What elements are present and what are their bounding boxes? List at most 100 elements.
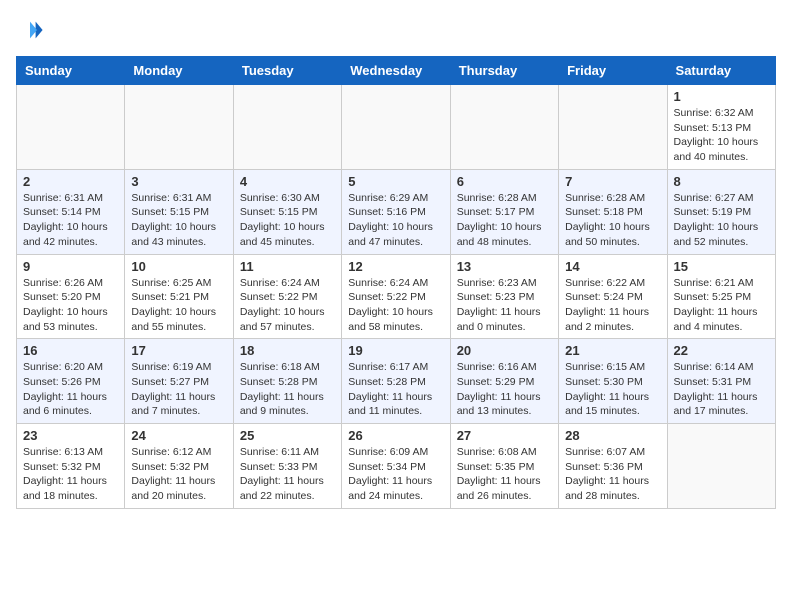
calendar-cell: 13 Sunrise: 6:23 AM Sunset: 5:23 PM Dayli… [450,254,558,339]
day-info: Sunrise: 6:32 AM Sunset: 5:13 PM Dayligh… [674,106,769,165]
day-number: 2 [23,174,118,189]
calendar-cell: 28 Sunrise: 6:07 AM Sunset: 5:36 PM Dayli… [559,424,667,509]
logo-icon [16,16,44,44]
day-number: 4 [240,174,335,189]
day-number: 1 [674,89,769,104]
calendar-week-row: 23 Sunrise: 6:13 AM Sunset: 5:32 PM Dayli… [17,424,776,509]
day-info: Sunrise: 6:24 AM Sunset: 5:22 PM Dayligh… [348,276,443,335]
day-number: 21 [565,343,660,358]
day-info: Sunrise: 6:12 AM Sunset: 5:32 PM Dayligh… [131,445,226,504]
calendar-cell: 5 Sunrise: 6:29 AM Sunset: 5:16 PM Daylig… [342,169,450,254]
calendar-cell [450,85,558,170]
calendar-cell: 23 Sunrise: 6:13 AM Sunset: 5:32 PM Dayli… [17,424,125,509]
day-number: 11 [240,259,335,274]
calendar-cell: 8Sunrise: 6:27 AM Sunset: 5:19 PM Daylig… [667,169,775,254]
calendar-cell: 1 Sunrise: 6:32 AM Sunset: 5:13 PM Daylig… [667,85,775,170]
calendar-week-row: 1 Sunrise: 6:32 AM Sunset: 5:13 PM Daylig… [17,85,776,170]
day-number: 10 [131,259,226,274]
calendar-cell: 26 Sunrise: 6:09 AM Sunset: 5:34 PM Dayli… [342,424,450,509]
day-info: Sunrise: 6:31 AM Sunset: 5:15 PM Dayligh… [131,191,226,250]
page-header [16,16,776,44]
calendar-cell [233,85,341,170]
day-number: 15 [674,259,769,274]
calendar-cell [125,85,233,170]
day-info: Sunrise: 6:20 AM Sunset: 5:26 PM Dayligh… [23,360,118,419]
calendar-cell: 10 Sunrise: 6:25 AM Sunset: 5:21 PM Dayli… [125,254,233,339]
day-info: Sunrise: 6:15 AM Sunset: 5:30 PM Dayligh… [565,360,660,419]
day-of-week-header: Monday [125,57,233,85]
calendar-cell: 11 Sunrise: 6:24 AM Sunset: 5:22 PM Dayli… [233,254,341,339]
day-number: 6 [457,174,552,189]
calendar-cell: 18Sunrise: 6:18 AM Sunset: 5:28 PM Dayli… [233,339,341,424]
calendar-cell: 17 Sunrise: 6:19 AM Sunset: 5:27 PM Dayli… [125,339,233,424]
day-info: Sunrise: 6:16 AM Sunset: 5:29 PM Dayligh… [457,360,552,419]
day-info: Sunrise: 6:24 AM Sunset: 5:22 PM Dayligh… [240,276,335,335]
calendar-cell: 20 Sunrise: 6:16 AM Sunset: 5:29 PM Dayli… [450,339,558,424]
calendar-week-row: 2 Sunrise: 6:31 AM Sunset: 5:14 PM Daylig… [17,169,776,254]
day-number: 26 [348,428,443,443]
calendar-week-row: 16Sunrise: 6:20 AM Sunset: 5:26 PM Dayli… [17,339,776,424]
day-info: Sunrise: 6:23 AM Sunset: 5:23 PM Dayligh… [457,276,552,335]
day-number: 20 [457,343,552,358]
header-row: SundayMondayTuesdayWednesdayThursdayFrid… [17,57,776,85]
day-info: Sunrise: 6:29 AM Sunset: 5:16 PM Dayligh… [348,191,443,250]
calendar-cell [342,85,450,170]
calendar-week-row: 9 Sunrise: 6:26 AM Sunset: 5:20 PM Daylig… [17,254,776,339]
day-number: 25 [240,428,335,443]
day-info: Sunrise: 6:25 AM Sunset: 5:21 PM Dayligh… [131,276,226,335]
calendar-cell: 22 Sunrise: 6:14 AM Sunset: 5:31 PM Dayli… [667,339,775,424]
day-info: Sunrise: 6:19 AM Sunset: 5:27 PM Dayligh… [131,360,226,419]
day-number: 28 [565,428,660,443]
day-of-week-header: Saturday [667,57,775,85]
calendar-cell: 9 Sunrise: 6:26 AM Sunset: 5:20 PM Daylig… [17,254,125,339]
day-number: 12 [348,259,443,274]
calendar-cell: 25Sunrise: 6:11 AM Sunset: 5:33 PM Dayli… [233,424,341,509]
day-info: Sunrise: 6:28 AM Sunset: 5:17 PM Dayligh… [457,191,552,250]
day-info: Sunrise: 6:09 AM Sunset: 5:34 PM Dayligh… [348,445,443,504]
day-number: 24 [131,428,226,443]
calendar-cell: 2 Sunrise: 6:31 AM Sunset: 5:14 PM Daylig… [17,169,125,254]
day-info: Sunrise: 6:30 AM Sunset: 5:15 PM Dayligh… [240,191,335,250]
day-of-week-header: Friday [559,57,667,85]
day-info: Sunrise: 6:17 AM Sunset: 5:28 PM Dayligh… [348,360,443,419]
day-number: 27 [457,428,552,443]
day-number: 19 [348,343,443,358]
calendar-cell: 21 Sunrise: 6:15 AM Sunset: 5:30 PM Dayli… [559,339,667,424]
calendar-cell: 14Sunrise: 6:22 AM Sunset: 5:24 PM Dayli… [559,254,667,339]
day-info: Sunrise: 6:31 AM Sunset: 5:14 PM Dayligh… [23,191,118,250]
day-number: 9 [23,259,118,274]
calendar-cell: 6 Sunrise: 6:28 AM Sunset: 5:17 PM Daylig… [450,169,558,254]
day-info: Sunrise: 6:18 AM Sunset: 5:28 PM Dayligh… [240,360,335,419]
calendar-cell: 7 Sunrise: 6:28 AM Sunset: 5:18 PM Daylig… [559,169,667,254]
calendar-cell: 16Sunrise: 6:20 AM Sunset: 5:26 PM Dayli… [17,339,125,424]
calendar-cell: 3 Sunrise: 6:31 AM Sunset: 5:15 PM Daylig… [125,169,233,254]
day-info: Sunrise: 6:26 AM Sunset: 5:20 PM Dayligh… [23,276,118,335]
calendar-cell: 15 Sunrise: 6:21 AM Sunset: 5:25 PM Dayli… [667,254,775,339]
calendar-header: SundayMondayTuesdayWednesdayThursdayFrid… [17,57,776,85]
calendar-cell [17,85,125,170]
calendar-cell [667,424,775,509]
day-number: 13 [457,259,552,274]
calendar-body: 1 Sunrise: 6:32 AM Sunset: 5:13 PM Daylig… [17,85,776,509]
day-number: 22 [674,343,769,358]
calendar-cell: 19 Sunrise: 6:17 AM Sunset: 5:28 PM Dayli… [342,339,450,424]
logo [16,16,48,44]
day-info: Sunrise: 6:21 AM Sunset: 5:25 PM Dayligh… [674,276,769,335]
day-info: Sunrise: 6:07 AM Sunset: 5:36 PM Dayligh… [565,445,660,504]
day-of-week-header: Tuesday [233,57,341,85]
day-of-week-header: Wednesday [342,57,450,85]
day-info: Sunrise: 6:14 AM Sunset: 5:31 PM Dayligh… [674,360,769,419]
day-number: 17 [131,343,226,358]
day-info: Sunrise: 6:13 AM Sunset: 5:32 PM Dayligh… [23,445,118,504]
calendar-cell: 4 Sunrise: 6:30 AM Sunset: 5:15 PM Daylig… [233,169,341,254]
calendar-cell: 27Sunrise: 6:08 AM Sunset: 5:35 PM Dayli… [450,424,558,509]
day-number: 7 [565,174,660,189]
day-number: 3 [131,174,226,189]
day-number: 5 [348,174,443,189]
day-info: Sunrise: 6:28 AM Sunset: 5:18 PM Dayligh… [565,191,660,250]
calendar-cell [559,85,667,170]
day-number: 23 [23,428,118,443]
calendar-table: SundayMondayTuesdayWednesdayThursdayFrid… [16,56,776,509]
calendar-cell: 24 Sunrise: 6:12 AM Sunset: 5:32 PM Dayli… [125,424,233,509]
calendar-cell: 12 Sunrise: 6:24 AM Sunset: 5:22 PM Dayli… [342,254,450,339]
